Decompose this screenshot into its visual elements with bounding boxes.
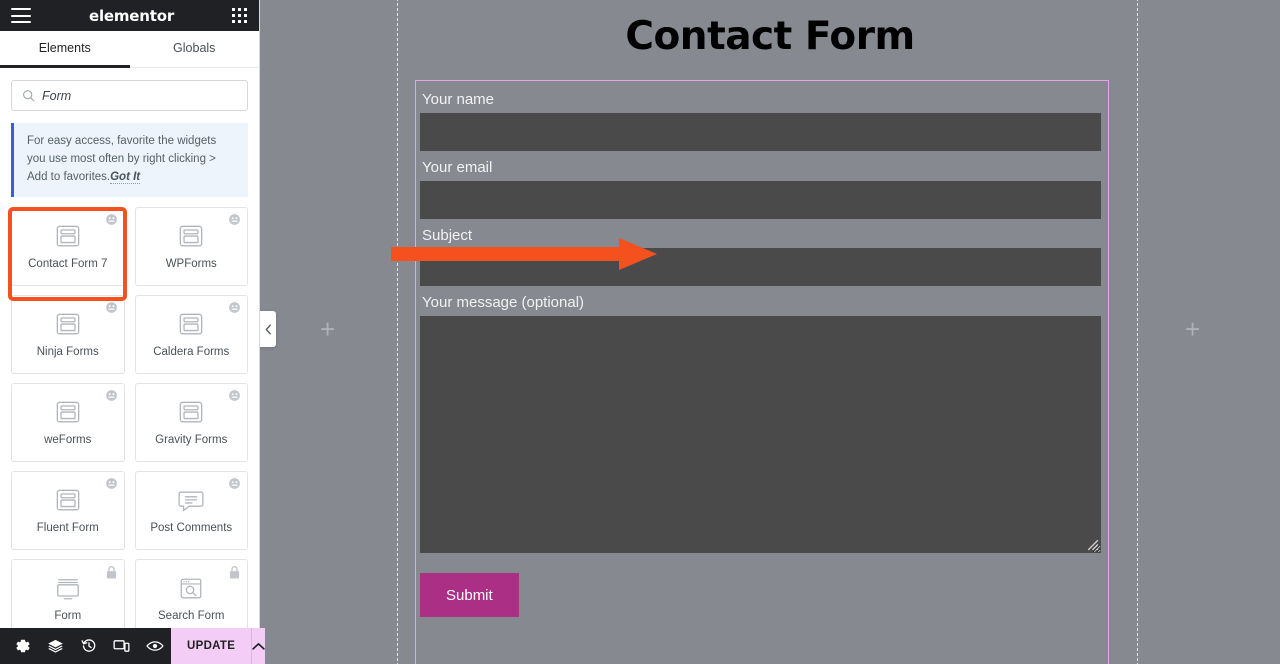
- widget-wpforms[interactable]: WPForms: [134, 207, 248, 287]
- lock-icon: [105, 565, 118, 585]
- contact-form-widget[interactable]: Your name Your email Subject Your messag…: [415, 80, 1109, 664]
- lock-icon: [228, 565, 241, 585]
- plugin-badge: [228, 477, 241, 495]
- plugin-badge: [105, 301, 118, 319]
- editor-panel: elementor Elements Globals For easy acce…: [0, 0, 266, 664]
- elementor-logo-text: elementor: [88, 6, 175, 25]
- input-your-message[interactable]: [420, 316, 1101, 553]
- widget-label: WPForms: [165, 258, 217, 271]
- form-widget-icon: [54, 311, 82, 339]
- widget-search-form[interactable]: Search Form: [134, 559, 248, 639]
- search-wrapper: [0, 68, 259, 111]
- widget-contact-form-7[interactable]: Contact Form 7: [11, 207, 125, 287]
- widget-gravity-forms[interactable]: Gravity Forms: [134, 383, 248, 463]
- panel-tabs: Elements Globals: [0, 31, 259, 68]
- chevron-left-icon: [265, 323, 271, 335]
- input-your-name[interactable]: [420, 112, 1101, 151]
- search-form-icon: [177, 575, 205, 603]
- tab-elements[interactable]: Elements: [0, 31, 130, 68]
- tab-globals[interactable]: Globals: [130, 31, 260, 68]
- widget-grid: Contact Form 7 WPForms Ninja Forms Calde…: [11, 207, 248, 664]
- form-widget-icon: [177, 223, 205, 251]
- monitor-form-icon: [54, 575, 82, 603]
- preview-eye-icon[interactable]: [138, 628, 171, 664]
- form-widget-icon: [177, 399, 205, 427]
- field-label-subject: Subject: [422, 226, 473, 244]
- widget-label: Ninja Forms: [36, 346, 99, 359]
- widget-label: Caldera Forms: [153, 346, 230, 359]
- search-icon: [23, 90, 35, 102]
- update-button[interactable]: UPDATE: [171, 628, 252, 664]
- widget-form[interactable]: Form: [11, 559, 125, 639]
- widget-label: Post Comments: [150, 522, 233, 535]
- plugin-badge: [228, 301, 241, 319]
- form-widget-icon: [177, 311, 205, 339]
- form-widget-icon: [54, 487, 82, 515]
- favorites-notice: For easy access, favorite the widgets yo…: [11, 123, 248, 198]
- responsive-mode-icon[interactable]: [105, 628, 138, 664]
- submit-button[interactable]: Submit: [420, 573, 519, 617]
- widget-weforms[interactable]: weForms: [11, 383, 125, 463]
- textarea-wrapper: [420, 316, 1101, 553]
- widget-label: Search Form: [158, 610, 225, 623]
- widget-fluent-form[interactable]: Fluent Form: [11, 471, 125, 551]
- search-input[interactable]: [42, 88, 237, 103]
- widget-label: weForms: [44, 434, 92, 447]
- plugin-badge: [105, 213, 118, 231]
- plugin-badge: [105, 477, 118, 495]
- comment-bubble-icon: [177, 487, 205, 515]
- widget-label: Contact Form 7: [28, 258, 108, 271]
- widget-label: Fluent Form: [36, 522, 99, 535]
- widget-label: Form: [54, 610, 82, 623]
- field-label-your-name: Your name: [422, 91, 494, 108]
- widget-caldera-forms[interactable]: Caldera Forms: [134, 295, 248, 375]
- widget-ninja-forms[interactable]: Ninja Forms: [11, 295, 125, 375]
- widget-post-comments[interactable]: Post Comments: [134, 471, 248, 551]
- field-label-your-message: Your message (optional): [422, 294, 585, 312]
- collapse-panel-handle[interactable]: [260, 311, 276, 347]
- hamburger-icon[interactable]: [11, 8, 31, 23]
- got-it-link[interactable]: Got It: [110, 170, 141, 184]
- field-label-your-email: Your email: [422, 158, 493, 176]
- form-widget-icon: [54, 223, 82, 251]
- preview-canvas: + + Contact Form Your name Your email Su…: [260, 0, 1280, 664]
- plugin-badge: [228, 389, 241, 407]
- add-section-button-left[interactable]: +: [320, 316, 335, 342]
- elementor-editor: elementor Elements Globals For easy acce…: [0, 0, 1280, 664]
- footer-icon-group: [0, 628, 171, 664]
- widget-label: Gravity Forms: [155, 434, 228, 447]
- panel-footer-toolbar: UPDATE: [0, 628, 266, 664]
- plugin-badge: [228, 213, 241, 231]
- history-clock-icon[interactable]: [72, 628, 105, 664]
- grid-apps-icon[interactable]: [231, 7, 248, 24]
- search-box[interactable]: [11, 80, 248, 111]
- navigator-layers-icon[interactable]: [39, 628, 72, 664]
- panel-header: elementor: [0, 0, 259, 31]
- add-section-button-right[interactable]: +: [1185, 316, 1200, 342]
- input-subject[interactable]: [420, 248, 1101, 287]
- form-widget-icon: [54, 399, 82, 427]
- plugin-badge: [105, 389, 118, 407]
- chevron-up-icon[interactable]: [251, 628, 266, 664]
- input-your-email[interactable]: [420, 180, 1101, 219]
- page-title: Contact Form: [625, 14, 915, 59]
- settings-gear-icon[interactable]: [6, 628, 39, 664]
